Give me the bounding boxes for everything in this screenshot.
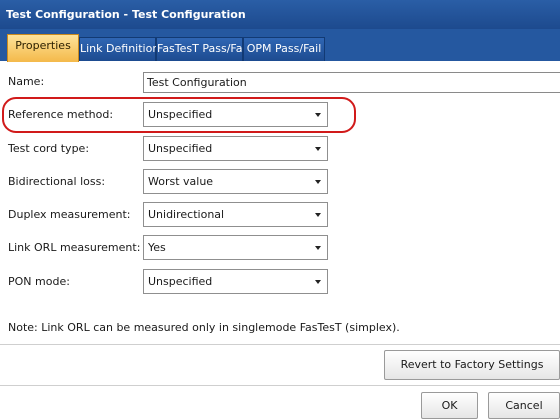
name-field[interactable]: Test Configuration — [143, 72, 560, 93]
link-orl-measurement-label: Link ORL measurement: — [8, 241, 141, 254]
test-cord-type-label: Test cord type: — [8, 142, 90, 155]
name-label: Name: — [8, 75, 45, 88]
chevron-down-icon — [315, 280, 321, 284]
test-cord-type-value: Unspecified — [148, 142, 213, 155]
chevron-down-icon — [315, 147, 321, 151]
link-orl-measurement-select[interactable]: Yes — [143, 235, 328, 260]
bidirectional-loss-select[interactable]: Worst value — [143, 169, 328, 194]
chevron-down-icon — [315, 113, 321, 117]
tab-opm-pass-fail[interactable]: OPM Pass/Fail — [243, 37, 325, 61]
divider — [0, 344, 560, 345]
link-orl-measurement-value: Yes — [148, 241, 166, 254]
bidirectional-loss-value: Worst value — [148, 175, 214, 188]
duplex-measurement-label: Duplex measurement: — [8, 208, 131, 221]
reference-method-select[interactable]: Unspecified — [143, 102, 328, 127]
tab-link-definition[interactable]: Link Definition — [79, 37, 159, 61]
ok-button[interactable]: OK — [421, 392, 478, 419]
reference-method-value: Unspecified — [148, 108, 213, 121]
tab-properties[interactable]: Properties — [7, 34, 79, 62]
chevron-down-icon — [315, 213, 321, 217]
pon-mode-select[interactable]: Unspecified — [143, 269, 328, 294]
test-cord-type-select[interactable]: Unspecified — [143, 136, 328, 161]
duplex-measurement-value: Unidirectional — [148, 208, 225, 221]
divider — [0, 385, 560, 386]
chevron-down-icon — [315, 180, 321, 184]
orl-note: Note: Link ORL can be measured only in s… — [8, 321, 400, 334]
pon-mode-value: Unspecified — [148, 275, 213, 288]
duplex-measurement-select[interactable]: Unidirectional — [143, 202, 328, 227]
tab-fastest-pass-fail[interactable]: FasTesT Pass/Fail — [156, 37, 249, 61]
pon-mode-label: PON mode: — [8, 275, 70, 288]
tab-strip: Properties Link Definition FasTesT Pass/… — [0, 29, 560, 62]
bidirectional-loss-label: Bidirectional loss: — [8, 175, 106, 188]
chevron-down-icon — [315, 246, 321, 250]
window-title: Test Configuration - Test Configuration — [0, 0, 560, 29]
revert-to-factory-settings-button[interactable]: Revert to Factory Settings — [384, 350, 560, 380]
cancel-button[interactable]: Cancel — [488, 392, 560, 419]
reference-method-label: Reference method: — [8, 108, 114, 121]
